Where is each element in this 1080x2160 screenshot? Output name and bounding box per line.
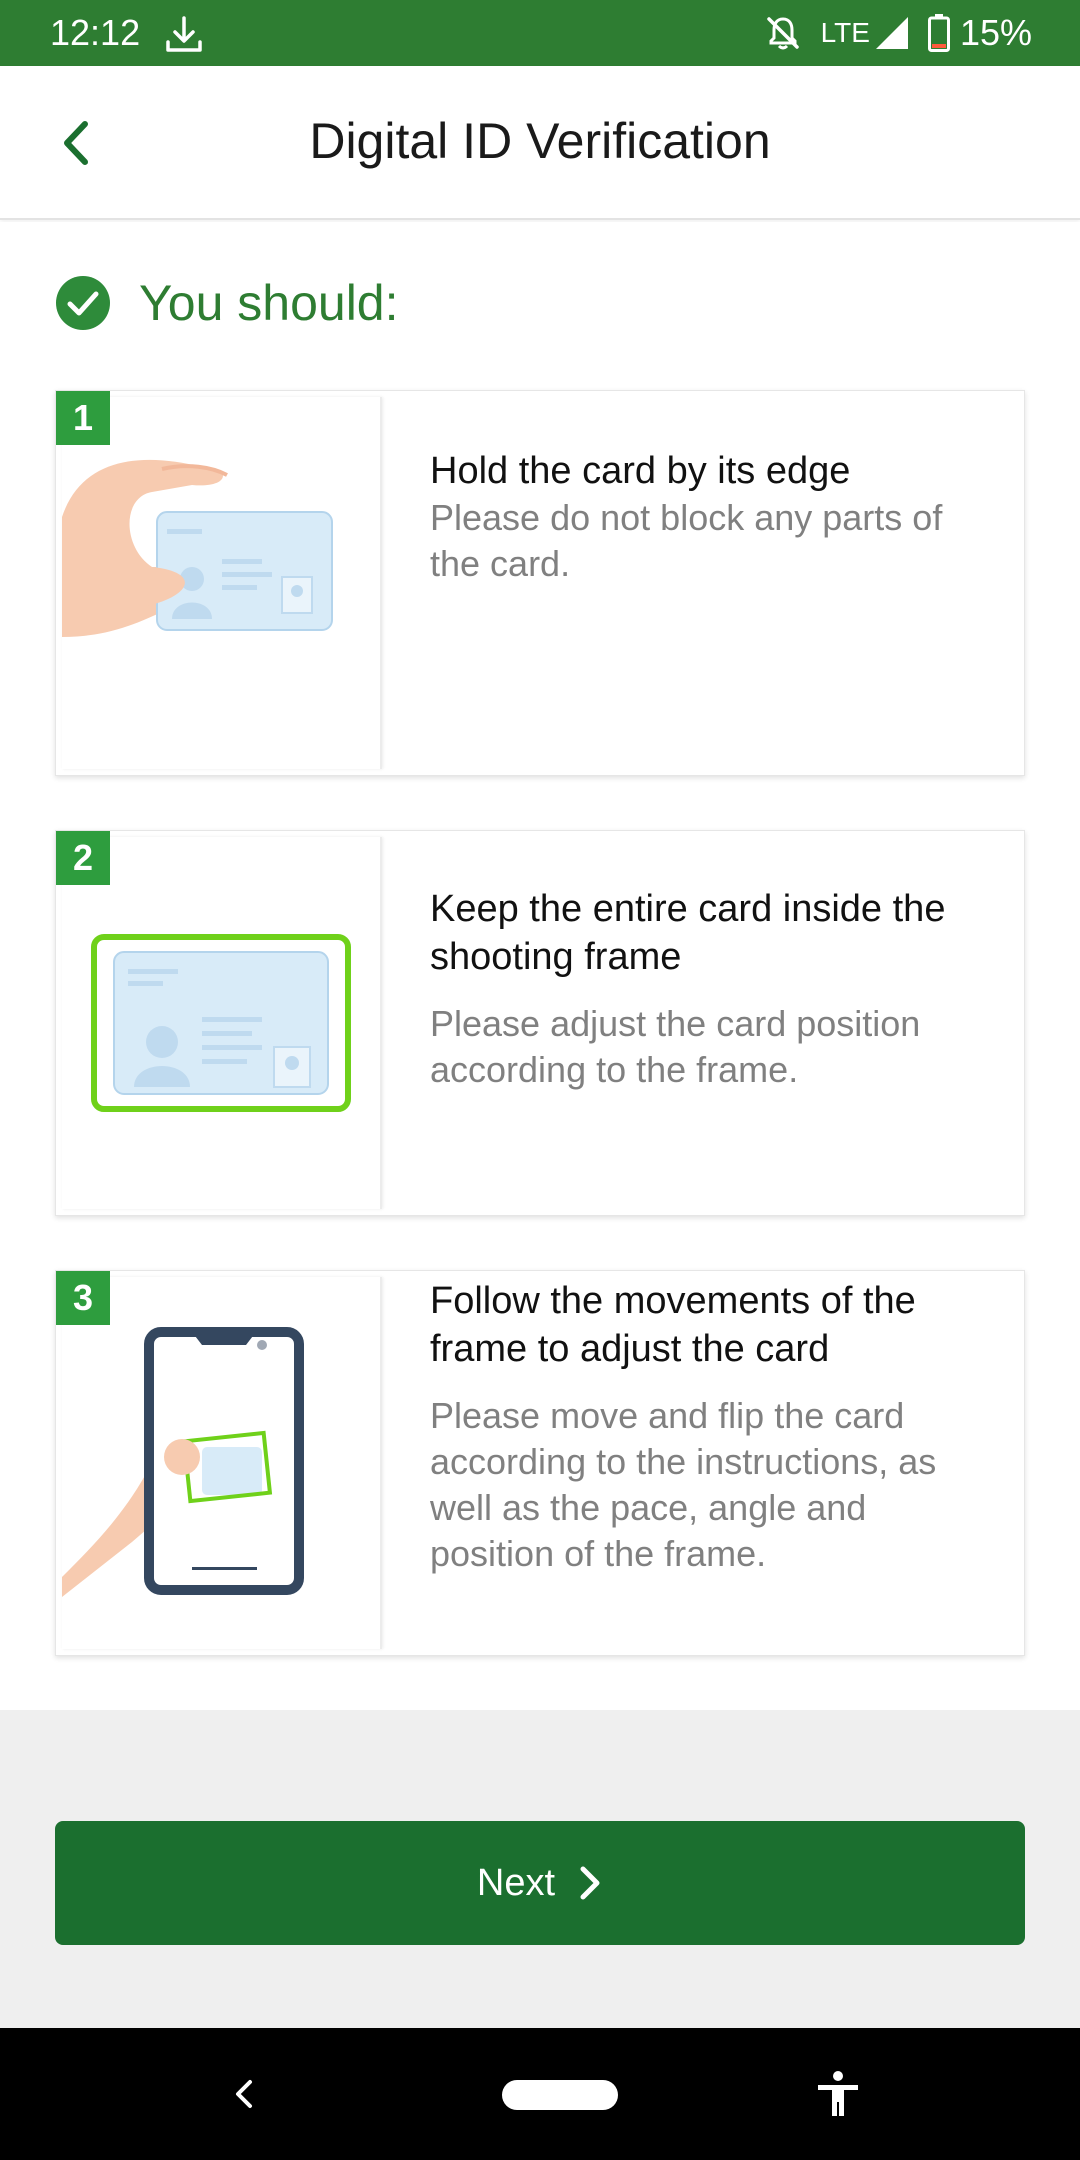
step-title: Follow the movements of the frame to adj… [430, 1280, 916, 1370]
step-text: Follow the movements of the frame to adj… [430, 1277, 994, 1577]
notifications-off-icon [766, 17, 799, 50]
step-title: Keep the entire card inside the shooting… [430, 888, 946, 978]
battery-icon [927, 14, 950, 52]
instructions-content: You should: 1 Hold the card by its edge [0, 222, 1080, 1710]
step-number-badge: 3 [56, 1271, 110, 1325]
download-icon [166, 16, 202, 52]
nav-back-icon[interactable] [222, 2072, 266, 2116]
step-description: Please adjust the card position accordin… [430, 1003, 921, 1090]
network-type: LTE [820, 17, 870, 48]
app-bar: Digital ID Verification [0, 66, 1080, 220]
step-description: Please do not block any parts of the car… [430, 497, 943, 584]
status-bar: 12:12 LTE 15% [0, 0, 1080, 66]
step-number-badge: 1 [56, 391, 110, 445]
signal-icon [875, 17, 908, 49]
heading-text: You should: [139, 275, 399, 331]
phone-frame-illustration [62, 1277, 382, 1649]
frame-card-illustration [62, 837, 382, 1209]
battery-percent: 15% [959, 12, 1032, 53]
next-button[interactable]: Next [55, 1821, 1025, 1945]
page-title: Digital ID Verification [309, 113, 771, 169]
chevron-right-icon [580, 1866, 600, 1900]
step-card-1: 1 Hold the card by its edge Please do no… [55, 390, 1025, 776]
step-text: Keep the entire card inside the shooting… [430, 885, 994, 1093]
status-icons: LTE 15% [763, 12, 1032, 54]
accessibility-icon[interactable] [812, 2068, 864, 2120]
status-time: 12:12 [50, 12, 141, 53]
step-text: Hold the card by its edge Please do not … [430, 447, 994, 587]
nav-home-button[interactable] [502, 2080, 618, 2110]
step-card-3: 3 Follow the movements of the frame to a… [55, 1270, 1025, 1656]
system-nav-bar [0, 2028, 1080, 2160]
step-title: Hold the card by its edge [430, 450, 851, 492]
step-number-badge: 2 [56, 831, 110, 885]
check-circle-icon [56, 276, 110, 330]
step-description: Please move and flip the card according … [430, 1395, 937, 1574]
next-button-label: Next [476, 1861, 556, 1904]
section-heading: You should: [55, 274, 399, 332]
footer: Next [0, 1710, 1080, 2028]
hold-card-illustration [62, 397, 382, 769]
step-card-2: 2 Keep the entire card inside the shooti… [55, 830, 1025, 1216]
